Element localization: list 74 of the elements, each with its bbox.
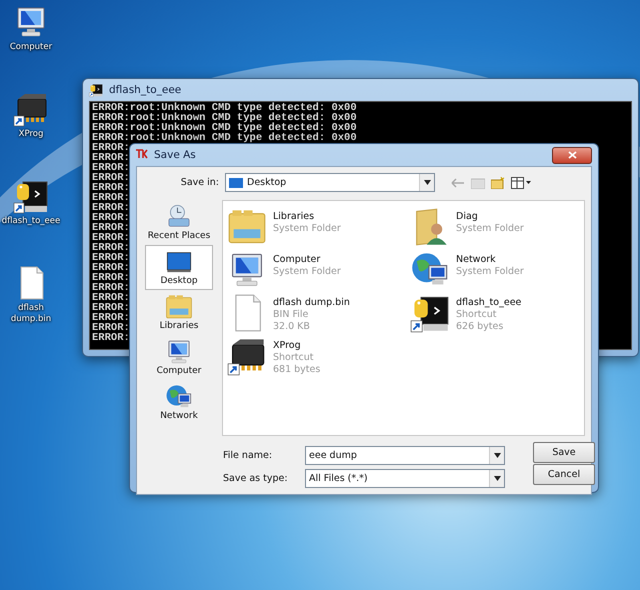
console-line: ERROR: <box>92 303 130 313</box>
file-detail: System Folder <box>456 266 524 278</box>
file-name[interactable]: dflash dump.bin <box>273 297 350 309</box>
place-icon <box>165 293 193 321</box>
places-item[interactable]: Libraries <box>145 290 213 335</box>
dropdown-arrow-icon <box>424 180 430 185</box>
dialog-button[interactable]: Save <box>533 442 595 463</box>
save-in-dropdown[interactable]: Desktop <box>225 173 435 192</box>
close-button[interactable] <box>552 146 592 164</box>
file-detail: System Folder <box>456 223 524 235</box>
console-line: ERROR: <box>92 313 130 323</box>
file-detail: BIN File <box>273 309 310 321</box>
file-name[interactable]: Network <box>456 254 524 266</box>
console-line: ERROR: <box>92 203 130 213</box>
console-line: ERROR: <box>92 253 130 263</box>
console-line: ERROR:root:Unknown CMD type detected: 0x00 <box>92 123 357 133</box>
console-line: ERROR: <box>92 143 130 153</box>
new-folder-icon[interactable] <box>491 176 505 188</box>
console-line: ERROR: <box>92 193 130 203</box>
file-type-dropdown[interactable]: All Files (*.*) <box>305 469 505 488</box>
desktop-icon <box>13 91 49 127</box>
file-detail: 626 bytes <box>456 321 504 333</box>
console-line: ERROR:root:Unknown CMD type detected: 0x00 <box>92 133 357 143</box>
places-item[interactable]: Network <box>145 380 213 425</box>
field-label: Save in: <box>180 177 219 188</box>
console-line: ERROR: <box>92 163 130 173</box>
places-item[interactable]: Computer <box>145 335 213 380</box>
console-line: ERROR: <box>92 213 130 223</box>
console-line: ERROR: <box>92 243 130 253</box>
desktop-icon <box>229 178 243 188</box>
window-title: Save As <box>154 149 196 161</box>
console-line: ERROR: <box>92 153 130 163</box>
back-arrow-icon[interactable] <box>451 178 465 188</box>
console-line: ERROR: <box>92 273 130 283</box>
file-name[interactable]: Diag <box>456 211 524 223</box>
field-label: File name: <box>223 450 274 461</box>
console-line: ERROR:root:Unknown CMD type detected: 0x00 <box>92 113 357 123</box>
console-line: ERROR: <box>92 263 130 273</box>
file-detail: System Folder <box>273 266 341 278</box>
folder-up-icon[interactable] <box>471 176 485 188</box>
desktop-icon-label[interactable]: Computer <box>10 42 52 53</box>
dropdown-arrow-icon <box>494 453 500 458</box>
file-detail: 32.0 KB <box>273 321 311 333</box>
file-name[interactable]: dflash_to_eee <box>456 297 522 309</box>
field-label: Save as type: <box>223 473 289 484</box>
console-line: ERROR: <box>92 293 130 303</box>
console-line: ERROR: <box>92 173 130 183</box>
console-line: ERROR: <box>92 233 130 243</box>
dialog-button[interactable]: Cancel <box>533 464 595 485</box>
file-detail: Shortcut <box>456 309 498 321</box>
desktop-icon-label[interactable]: dflash dump.bin <box>0 303 62 325</box>
file-name[interactable]: XProg <box>273 340 320 352</box>
file-detail: 681 bytes <box>273 364 320 376</box>
console-line: ERROR: <box>92 223 130 233</box>
file-detail: Shortcut <box>273 352 314 364</box>
console-line: ERROR: <box>92 323 130 333</box>
places-item[interactable]: Desktop <box>145 245 213 290</box>
desktop-icon-label[interactable]: XProg <box>18 129 44 140</box>
file-detail: System Folder <box>273 223 341 235</box>
tk-logo-icon <box>136 149 148 161</box>
console-line: ERROR: <box>92 283 130 293</box>
desktop-icon-label[interactable]: dflash_to_eee <box>2 216 60 227</box>
console-app-icon <box>89 83 103 97</box>
file-name-field[interactable]: eee dump <box>305 446 505 465</box>
dropdown-arrow-icon <box>494 476 500 481</box>
window-title: dflash_to_eee <box>109 84 182 96</box>
console-line: ERROR: <box>92 183 130 193</box>
view-menu-icon[interactable] <box>511 176 531 188</box>
file-name[interactable]: Computer <box>273 254 341 266</box>
console-line: ERROR: <box>92 333 130 343</box>
places-item[interactable]: Recent Places <box>145 200 213 245</box>
console-line: ERROR:root:Unknown CMD type detected: 0x00 <box>92 103 357 113</box>
close-icon <box>568 151 576 159</box>
file-name[interactable]: Libraries <box>273 211 341 223</box>
